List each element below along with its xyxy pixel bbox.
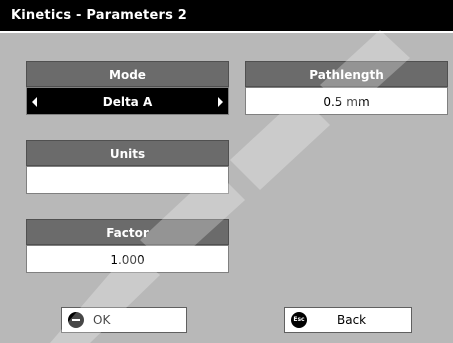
content-area: Mode Delta A Pathlength 0.5 mm Units Fac… xyxy=(0,33,453,343)
kinetics-parameters-screen: Kinetics - Parameters 2 Mode Delta A Pat… xyxy=(0,0,453,343)
window-title: Kinetics - Parameters 2 xyxy=(11,8,188,23)
pathlength-value[interactable]: 0.5 mm xyxy=(245,87,448,115)
units-panel: Units xyxy=(26,140,229,194)
pathlength-panel: Pathlength 0.5 mm xyxy=(245,61,448,115)
ok-button-label: OK xyxy=(93,313,111,327)
back-button[interactable]: Esc Back xyxy=(284,307,412,333)
factor-panel: Factor 1.000 xyxy=(26,219,229,273)
units-value[interactable] xyxy=(26,166,229,194)
mode-label: Mode xyxy=(26,61,229,87)
esc-key-icon: Esc xyxy=(291,312,307,328)
ok-button[interactable]: OK xyxy=(61,307,187,333)
mode-selector[interactable]: Delta A xyxy=(26,87,229,115)
back-button-label: Back xyxy=(337,313,367,327)
mode-panel: Mode Delta A xyxy=(26,61,229,115)
factor-label: Factor xyxy=(26,219,229,245)
esc-key-text: Esc xyxy=(293,316,305,323)
factor-value[interactable]: 1.000 xyxy=(26,245,229,273)
units-label: Units xyxy=(26,140,229,166)
pathlength-label: Pathlength xyxy=(245,61,448,87)
mode-value: Delta A xyxy=(102,95,153,109)
arrow-left-icon[interactable] xyxy=(32,97,37,107)
arrow-right-icon[interactable] xyxy=(218,97,223,107)
title-bar: Kinetics - Parameters 2 xyxy=(0,0,453,33)
ok-key-icon xyxy=(68,312,84,328)
